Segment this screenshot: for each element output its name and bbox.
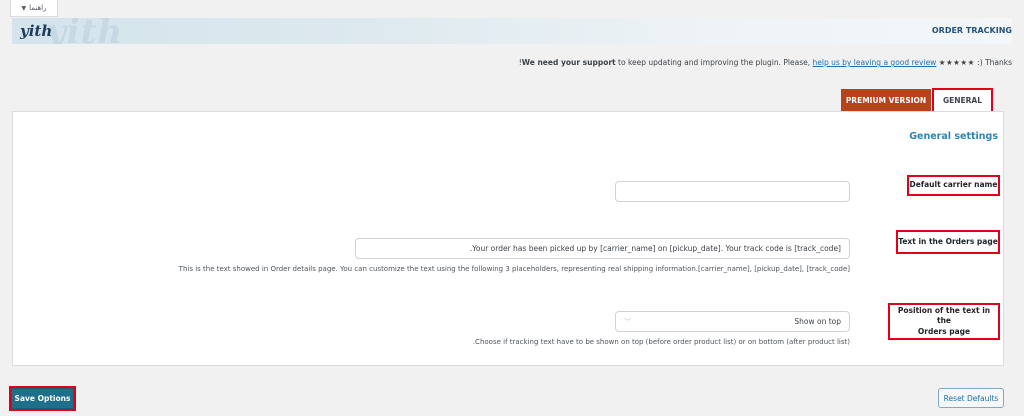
position-label-line2: Orders page — [917, 326, 971, 336]
support-middle: to keep updating and improving the plugi… — [615, 58, 813, 67]
orders-text-description: This is the text showed in Order details… — [178, 265, 850, 273]
position-select[interactable]: ﹀ Show on top — [615, 311, 850, 332]
carrier-name-input[interactable] — [615, 181, 850, 202]
review-link[interactable]: help us by leaving a good review — [813, 58, 937, 67]
rating-stars: ★★★★★ — [938, 58, 975, 67]
position-label-line1: Position of the text in the — [897, 305, 991, 326]
tab-premium-version[interactable]: PREMIUM VERSION — [841, 89, 931, 111]
plugin-banner: yith yith ORDER TRACKING — [12, 18, 1012, 44]
position-select-value: Show on top — [794, 317, 841, 326]
support-notice: !We need your support to keep updating a… — [519, 58, 1012, 67]
yith-logo: yith — [20, 22, 53, 40]
banner-watermark: yith — [46, 18, 124, 44]
banner-title: ORDER TRACKING — [931, 26, 1012, 35]
orders-text-label: Text in the Orders page — [896, 230, 1000, 254]
chevron-down-icon: ﹀ — [624, 317, 631, 326]
position-label: Position of the text in the Orders page — [888, 303, 1000, 340]
support-bold: We need your support — [521, 58, 616, 67]
save-options-button[interactable]: Save Options — [9, 386, 76, 411]
reset-defaults-button[interactable]: Reset Defaults — [938, 388, 1004, 408]
help-tab[interactable]: راهنما ▼ — [10, 0, 58, 17]
chevron-down-icon: ▼ — [21, 4, 27, 12]
help-tab-label: راهنما — [29, 4, 47, 12]
carrier-name-label: Default carrier name — [907, 175, 1000, 196]
position-description: .Choose if tracking text have to be show… — [472, 338, 850, 346]
orders-text-input[interactable]: .Your order has been picked up by [carri… — [355, 238, 850, 259]
tab-general[interactable]: GENERAL — [932, 88, 993, 113]
section-title: General settings — [909, 131, 998, 142]
support-suffix: :) Thanks — [974, 58, 1012, 67]
